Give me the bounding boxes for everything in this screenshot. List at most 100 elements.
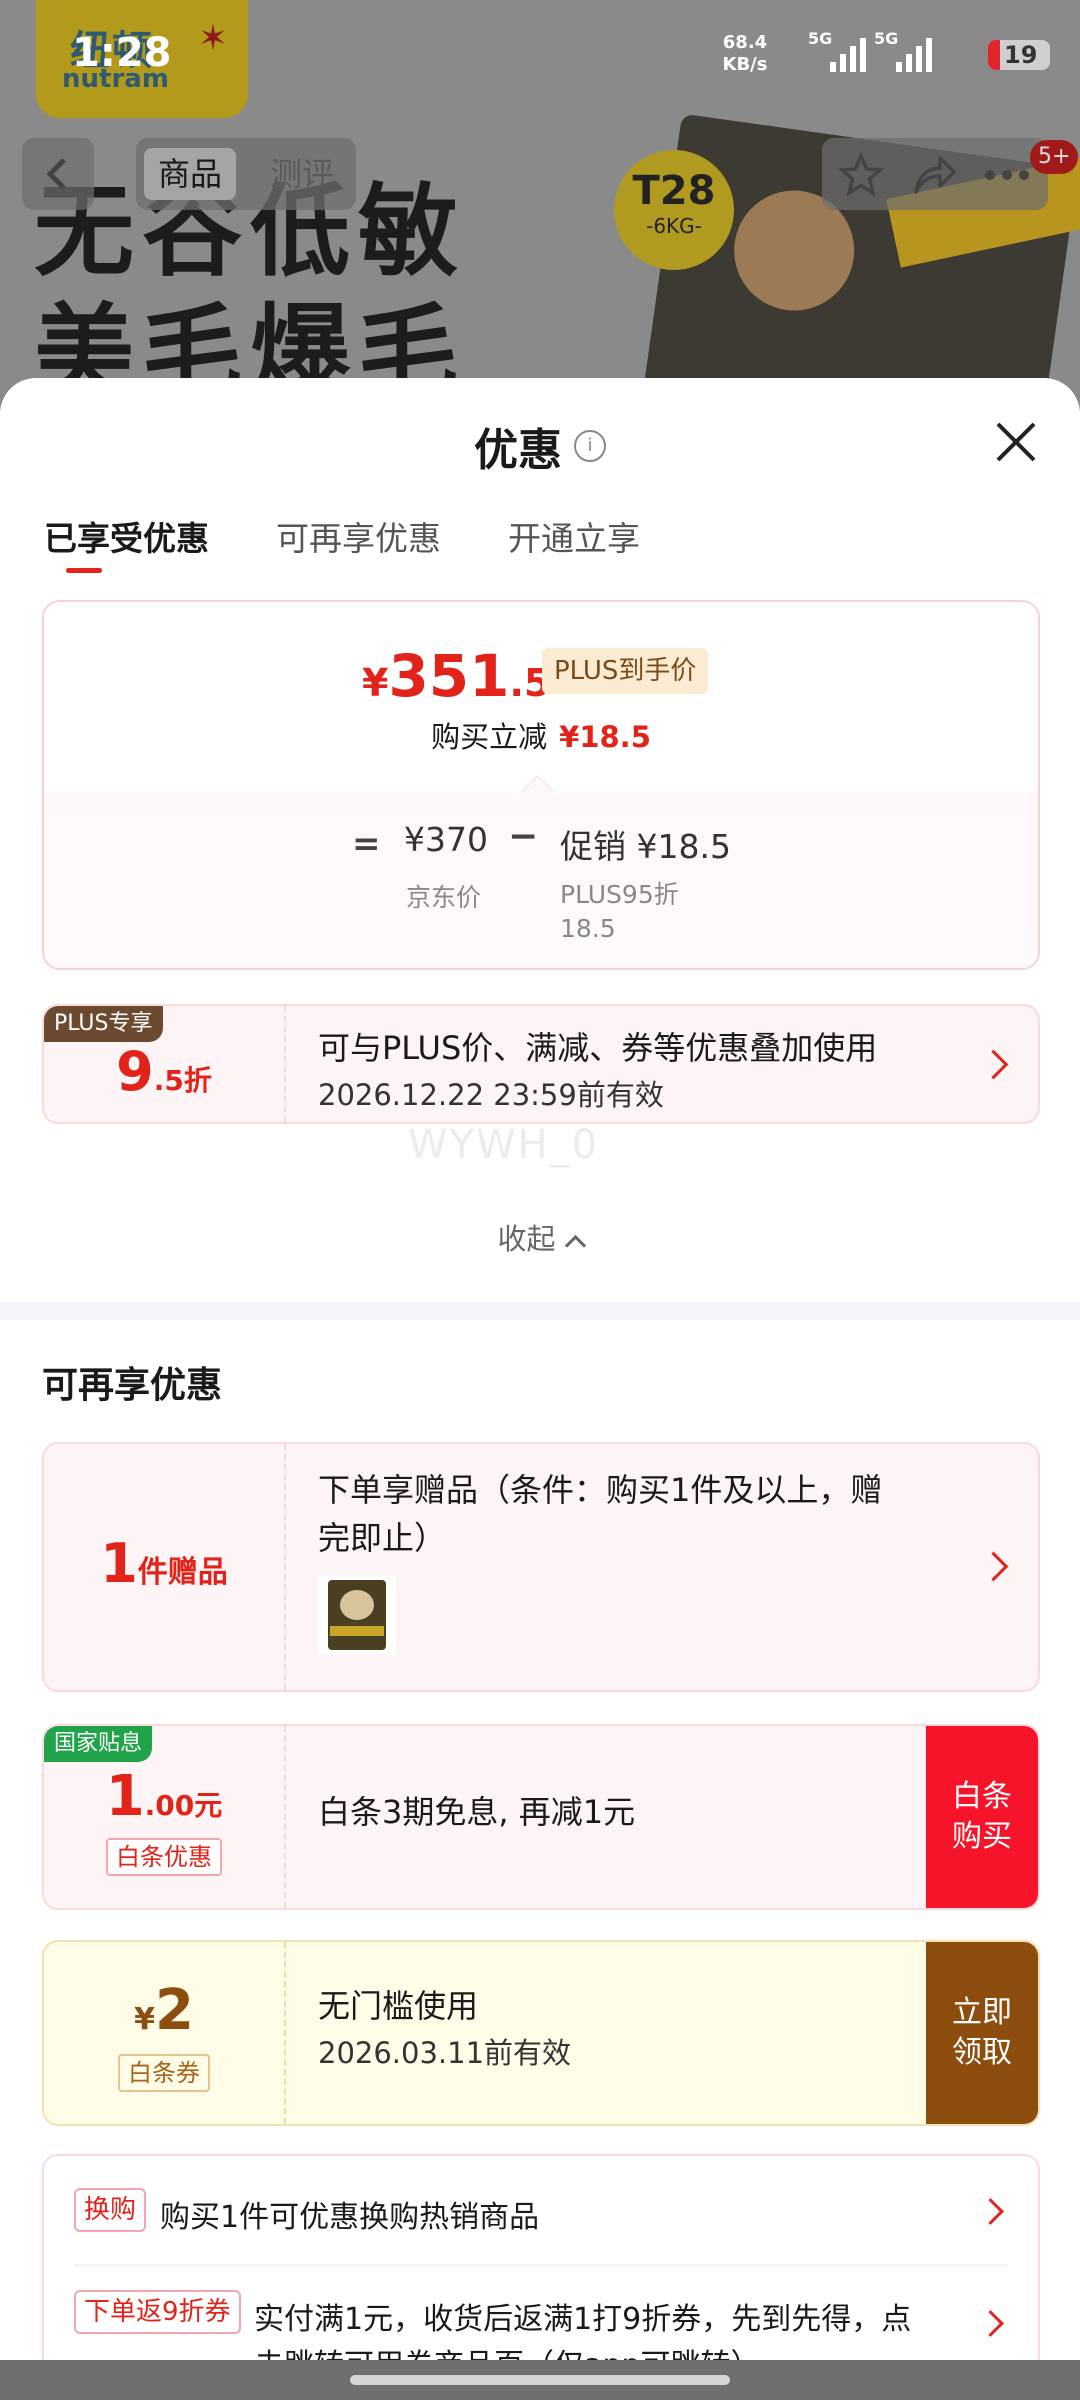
- baitiao-amount-small: .00元: [144, 1789, 223, 1822]
- chevron-up-icon: [564, 1234, 586, 1257]
- baitiao-btn-line1: 白条: [952, 1779, 1012, 1814]
- gift-count-unit: 件赠品: [137, 1555, 228, 1590]
- baitiao-amount-big: 1: [105, 1764, 145, 1829]
- list-item-text-2: 击跳转可用券商品页（仅app可跳转）: [254, 2340, 760, 2360]
- voucher-tag: 白条券: [118, 2054, 210, 2092]
- baitiao-tag: 白条优惠: [106, 1838, 222, 1876]
- voucher-title: 无门槛使用: [318, 1987, 479, 2025]
- tab-indicator: [66, 568, 102, 573]
- status-time: 1:28: [72, 30, 172, 76]
- more-icon[interactable]: [982, 152, 1032, 198]
- baitiao-buy-button[interactable]: 白条 购买: [926, 1726, 1038, 1908]
- list-item-text: 购买1件可优惠换购热销商品: [160, 2200, 540, 2235]
- system-nav-bar: [0, 2360, 1080, 2400]
- gift-title-1: 下单享赠品（条件：购买1件及以上，赠: [318, 1471, 883, 1509]
- watermark: WYWH_0: [408, 1122, 600, 1168]
- chevron-right-icon: [977, 2310, 1004, 2337]
- section-divider: [0, 1302, 1080, 1320]
- plus-exclusive-tag: PLUS专享: [44, 1006, 163, 1042]
- back-button[interactable]: [22, 138, 94, 210]
- gift-count-big: 1: [100, 1532, 138, 1595]
- list-item-tag: 换购: [74, 2188, 147, 2232]
- list-item-text: 实付满1元，收货后返满1打9折券，先到先得，点: [254, 2302, 912, 2337]
- price-integer: 351: [388, 642, 510, 710]
- baitiao-amount: 1.00元: [44, 1764, 284, 1829]
- plus-discount: 9.5折: [44, 1040, 284, 1103]
- list-item[interactable]: 换购 购买1件可优惠换购热销商品: [74, 2188, 1008, 2244]
- plus-coupon-validity: 2026.12.22 23:59前有效: [318, 1078, 664, 1112]
- product-page-backdrop: 纽顿 nutram ✶ 无谷低敏 美毛爆毛 T28 -6KG- 商品 测评 5+…: [0, 0, 1080, 420]
- maple-leaf-icon: ✶: [197, 18, 228, 59]
- tab-enjoyed[interactable]: 已享受优惠: [44, 512, 209, 560]
- plus-price-tag: PLUS到手价: [542, 648, 709, 694]
- gift-count: 1件赠品: [44, 1532, 284, 1595]
- price-currency: ¥: [362, 661, 389, 705]
- size-badge: T28 -6KG-: [614, 150, 734, 270]
- svg-text:5G: 5G: [874, 30, 898, 48]
- promo-amount: 促销 ¥18.5: [560, 827, 731, 866]
- promo-label: PLUS95折 18.5: [560, 878, 679, 946]
- voucher-amount: ¥2: [44, 1978, 284, 2043]
- baitiao-btn-line2: 购买: [952, 1819, 1012, 1854]
- gift-coupon[interactable]: 1件赠品 下单享赠品（条件：购买1件及以上，赠 完即止）: [42, 1442, 1040, 1692]
- promo-list: 换购 购买1件可优惠换购热销商品 下单返9折券 实付满1元，收货后返满1打9折券…: [42, 2154, 1040, 2360]
- plus-coupon[interactable]: 9.5折 PLUS专享 可与PLUS价、满减、券等优惠叠加使用 2026.12.…: [42, 1004, 1040, 1124]
- tab-review[interactable]: 测评: [256, 148, 348, 200]
- voucher-amount-big: 2: [154, 1978, 194, 2043]
- notification-badge: 5+: [1030, 140, 1079, 174]
- collapse-label: 收起: [497, 1222, 556, 1256]
- baitiao-coupon: 1.00元 白条优惠 国家贴息 白条3期免息, 再减1元 白条购买: [42, 1724, 1040, 1910]
- tab-open[interactable]: 开通立享: [508, 512, 640, 560]
- chevron-right-icon: [978, 1049, 1009, 1080]
- list-item-tag: 下单返9折券: [74, 2290, 241, 2334]
- tab-more[interactable]: 可再享优惠: [276, 512, 441, 560]
- sheet-title-text: 优惠: [474, 425, 562, 476]
- battery-level: 19: [1004, 41, 1038, 69]
- gov-subsidy-tag: 国家贴息: [44, 1726, 153, 1762]
- promo-label-2: 18.5: [560, 914, 616, 943]
- badge-sub: -6KG-: [646, 214, 702, 238]
- calc-equals: =: [352, 824, 381, 864]
- star-icon[interactable]: [838, 152, 884, 198]
- top-actions: [822, 138, 1048, 210]
- more-section-title: 可再享优惠: [42, 1365, 223, 1406]
- claim-voucher-button[interactable]: 立即 领取: [926, 1942, 1038, 2124]
- chevron-right-icon: [977, 2198, 1004, 2225]
- voucher-coupon: ¥2 白条券 无门槛使用 2026.03.11前有效 立即领取: [42, 1940, 1040, 2126]
- plus-coupon-title: 可与PLUS价、满减、券等优惠叠加使用: [318, 1029, 878, 1067]
- original-price: ¥370: [404, 820, 488, 859]
- gift-thumbnail[interactable]: [318, 1576, 396, 1654]
- calc-minus: −: [508, 816, 539, 857]
- back-arrow-icon: [46, 158, 66, 190]
- signal-icon: 5G 5G: [808, 30, 932, 72]
- voucher-validity: 2026.03.11前有效: [318, 2036, 572, 2070]
- reduce-label: 购买立减: [431, 720, 548, 754]
- voucher-currency: ¥: [134, 2002, 155, 2037]
- net-speed: 68.4 KB/s: [722, 32, 768, 75]
- reduce-amount: ¥18.5: [559, 720, 651, 754]
- gift-title-2: 完即止）: [318, 1519, 447, 1557]
- original-price-label: 京东价: [406, 883, 482, 912]
- discount-sheet: 优惠 i 已享受优惠 可再享优惠 开通立享 ¥351.5 PLUS到手价 购买立减…: [0, 378, 1080, 2360]
- tab-product[interactable]: 商品: [144, 148, 237, 200]
- baitiao-title: 白条3期免息, 再减1元: [318, 1793, 636, 1831]
- badge-main: T28: [632, 168, 716, 214]
- home-indicator[interactable]: [350, 2375, 730, 2385]
- claim-btn-line1: 立即: [952, 1995, 1012, 2030]
- close-icon[interactable]: [992, 418, 1040, 466]
- claim-btn-line2: 领取: [952, 2035, 1012, 2070]
- sheet-title: 优惠 i: [0, 414, 1080, 478]
- list-item[interactable]: 下单返9折券 实付满1元，收货后返满1打9折券，先到先得，点 击跳转可用券商品页…: [74, 2290, 1008, 2360]
- reduce-line: 购买立减 ¥18.5: [44, 714, 1038, 756]
- svg-text:5G: 5G: [808, 30, 832, 48]
- chevron-right-icon: [978, 1551, 1009, 1582]
- price-card: ¥351.5 PLUS到手价 购买立减 ¥18.5 = ¥370 京东价 − 促销…: [42, 600, 1040, 970]
- promo-label-1: PLUS95折: [560, 880, 679, 909]
- final-price: ¥351.5: [362, 642, 550, 710]
- page-tabs: 商品 测评: [136, 138, 356, 210]
- collapse-button[interactable]: 收起: [0, 1216, 1080, 1258]
- plus-discount-small: .5折: [153, 1064, 212, 1097]
- plus-discount-big: 9: [116, 1040, 154, 1103]
- share-icon[interactable]: [910, 152, 958, 198]
- info-icon[interactable]: i: [574, 430, 606, 462]
